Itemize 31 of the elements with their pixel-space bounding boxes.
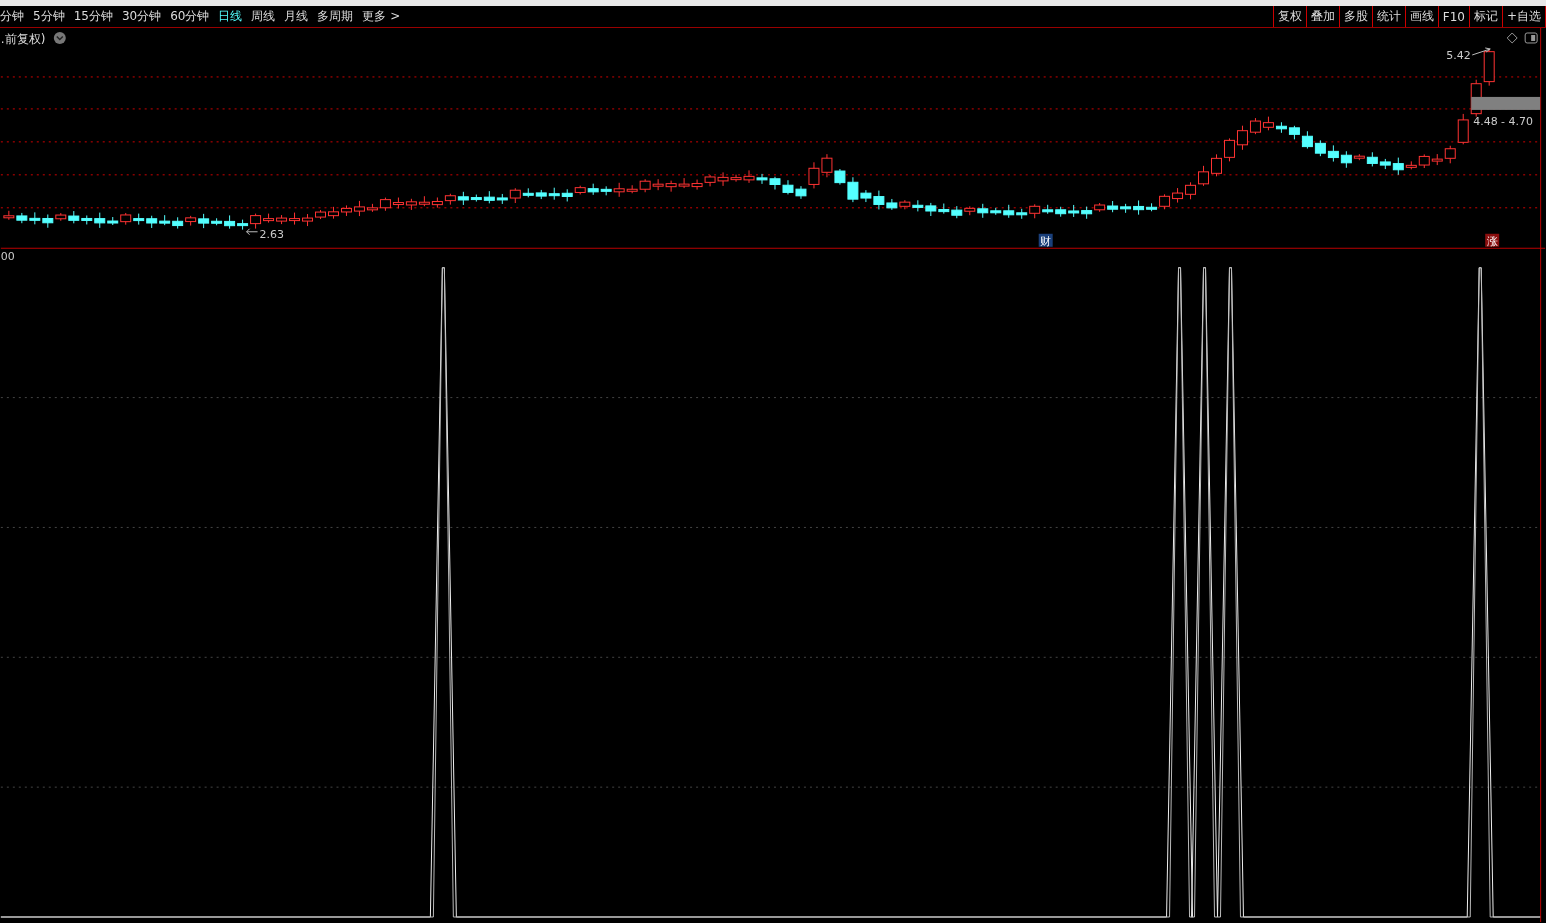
high-price-label: 5.42: [1446, 48, 1471, 62]
event-marker[interactable]: 涨: [1486, 234, 1498, 248]
event-marker[interactable]: 财: [1040, 234, 1052, 248]
period-tab[interactable]: 多周期: [317, 8, 354, 25]
period-tab[interactable]: 分钟: [0, 8, 24, 25]
diamond-icon[interactable]: [1506, 32, 1518, 44]
toolbar-button[interactable]: 叠加: [1306, 6, 1340, 27]
period-tab[interactable]: 30分钟: [121, 8, 162, 25]
toolbar-button[interactable]: F10: [1438, 6, 1470, 27]
leader-line: [1471, 47, 1491, 56]
dropdown-icon[interactable]: [53, 32, 66, 44]
price-range-label: 4.48 - 4.70: [1473, 114, 1533, 128]
leader-line: [246, 228, 259, 236]
panel-toggle-icon[interactable]: [1524, 32, 1538, 44]
toolbar-button[interactable]: +自选: [1502, 6, 1546, 27]
toolbar-button[interactable]: 多股: [1339, 6, 1373, 27]
period-tab[interactable]: 周线: [251, 8, 276, 25]
toolbar-button[interactable]: 复权: [1273, 6, 1307, 27]
period-tab[interactable]: 60分钟: [170, 8, 210, 25]
adjust-label: .前复权): [0, 32, 46, 46]
price-range-band: [1471, 96, 1541, 110]
period-tab[interactable]: 日线: [218, 8, 243, 25]
toolbar-button[interactable]: 统计: [1372, 6, 1406, 27]
period-tab[interactable]: 月线: [284, 8, 309, 25]
period-tab[interactable]: 更多 >: [362, 8, 401, 25]
toolbar-button[interactable]: 画线: [1405, 6, 1439, 27]
toolbar-button[interactable]: 标记: [1469, 6, 1503, 27]
low-price-label: 2.63: [259, 227, 284, 241]
axis-label: 00: [0, 249, 15, 263]
period-tab[interactable]: 15分钟: [73, 8, 113, 25]
period-tab[interactable]: 5分钟: [33, 8, 65, 25]
